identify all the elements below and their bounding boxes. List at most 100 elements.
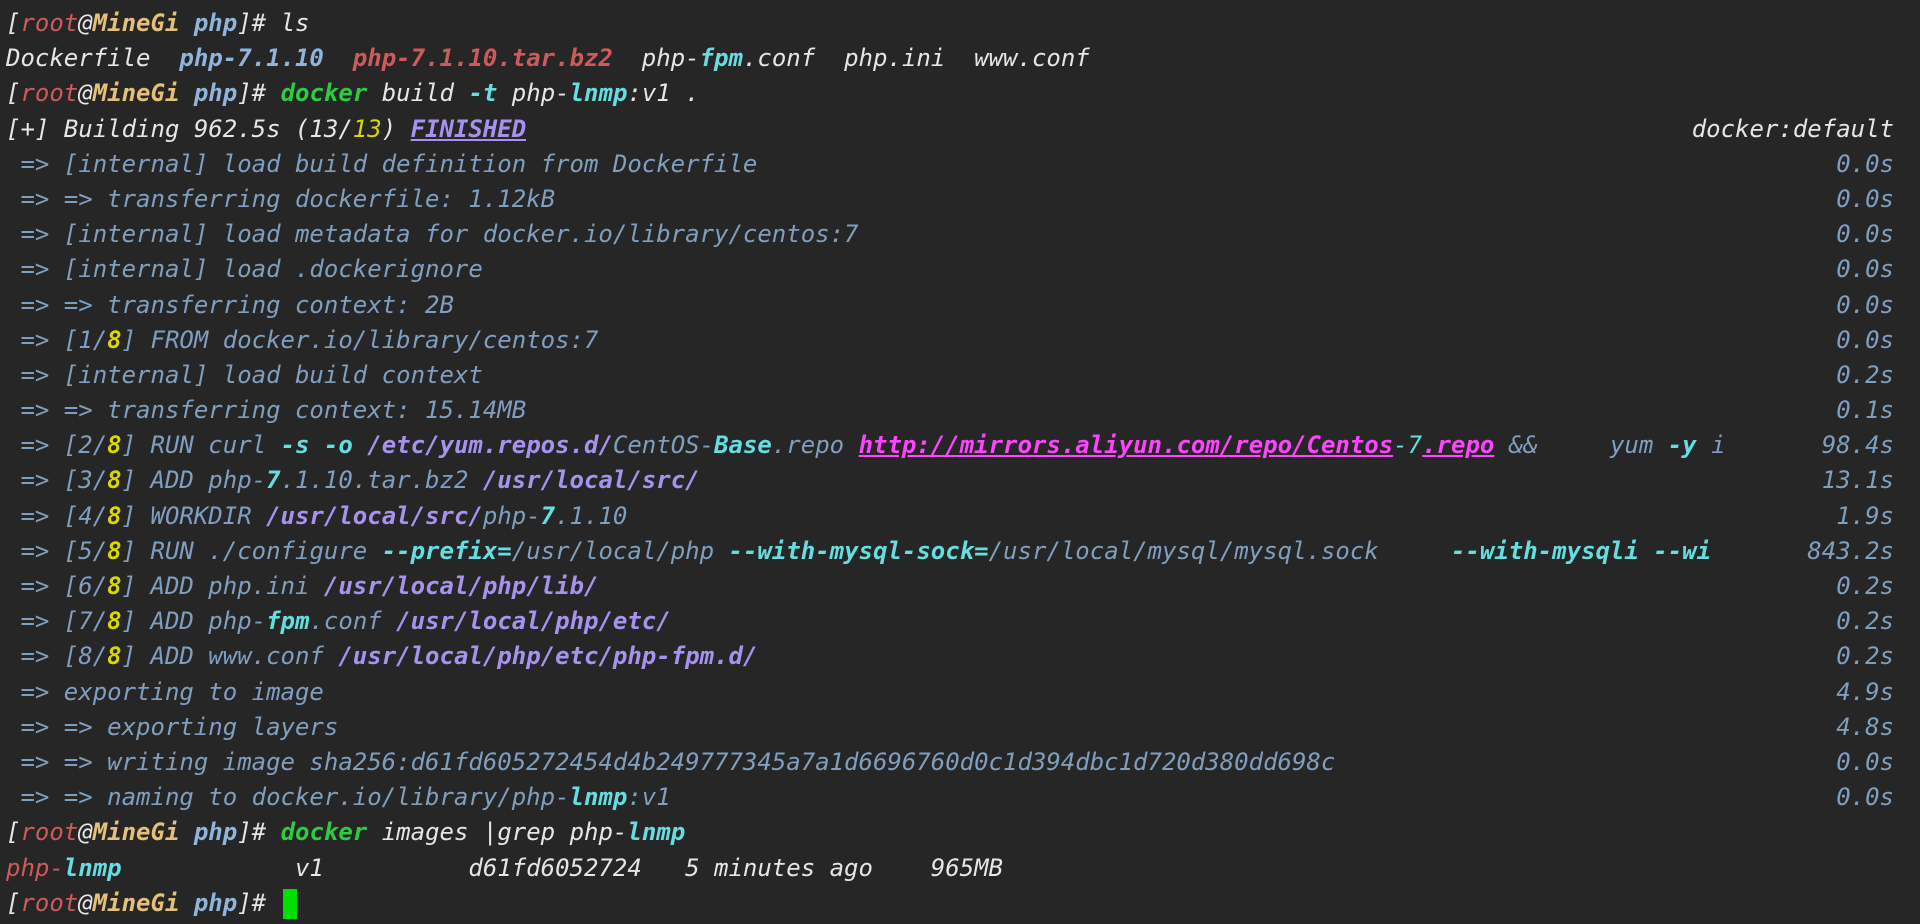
terminal-window[interactable]: [root@MineGi php]# ls Dockerfile php-7.1.… xyxy=(0,0,1920,924)
terminal-text-segment: 0.1s xyxy=(1836,396,1894,425)
terminal-text-segment: /usr/local/src/ xyxy=(266,501,483,530)
terminal-line: [root@MineGi php]# docker build -t php-l… xyxy=(6,76,1920,111)
terminal-line-text: => [6/8] ADD php.ini /usr/local/php/lib/ xyxy=(6,569,598,604)
terminal-line-text: php-lnmp v1 d61fd6052724 5 minutes ago 9… xyxy=(6,851,1003,886)
build-step-duration: 1.9s xyxy=(1836,499,1894,534)
terminal-text-segment: 1.9s xyxy=(1836,501,1894,530)
terminal-line-text: [root@MineGi php]# docker images |grep p… xyxy=(6,815,685,850)
terminal-line-text: => [2/8] RUN curl -s -o /etc/yum.repos.d… xyxy=(6,428,1725,463)
terminal-line-text: [+] Building 962.5s (13/13) FINISHED xyxy=(6,112,526,147)
terminal-text-segment: 0.0s xyxy=(1836,149,1894,178)
build-step-duration: 0.0s xyxy=(1836,217,1894,252)
terminal-text-segment: /usr/local/php/lib/ xyxy=(323,572,599,600)
terminal-line-text: Dockerfile php-7.1.10 php-7.1.10.tar.bz2… xyxy=(6,41,1090,76)
terminal-line: => [1/8] FROM docker.io/library/centos:7… xyxy=(6,323,1920,358)
terminal-text-segment: @ xyxy=(78,9,93,37)
terminal-text-segment: 0.0s xyxy=(1836,747,1894,776)
terminal-text-segment: 4.9s xyxy=(1836,677,1894,706)
terminal-line: [root@MineGi php]# docker images |grep p… xyxy=(6,815,1920,850)
terminal-text-segment: /usr/local/src/ xyxy=(482,466,700,495)
terminal-text-segment: ] ADD php- xyxy=(121,607,267,636)
terminal-text-segment: --prefix= xyxy=(381,536,512,565)
terminal-text-segment: php-7.1.10.tar.bz2 xyxy=(352,44,613,73)
terminal-line-text: => => exporting layers xyxy=(6,710,338,745)
terminal-text-segment: => => transferring dockerfile: 1.12kB xyxy=(6,184,556,213)
terminal-text-segment: Base xyxy=(714,431,772,460)
terminal-line: => => transferring context: 2B 0.0s xyxy=(6,288,1920,323)
terminal-text-segment: 7 xyxy=(540,501,556,530)
terminal-text-segment: -y xyxy=(1667,431,1697,460)
terminal-text-segment: => [6/ xyxy=(6,572,108,600)
terminal-line: [root@MineGi php]# ls xyxy=(6,6,1920,41)
terminal-text-segment: root xyxy=(20,9,79,37)
terminal-text-segment: 843.2s xyxy=(1807,536,1894,565)
terminal-text-segment: docker:default xyxy=(1691,114,1894,143)
build-step-duration: 0.0s xyxy=(1836,252,1894,287)
terminal-text-segment: CentOS- xyxy=(612,431,715,460)
terminal-text-segment: 8 xyxy=(107,466,122,495)
terminal-text-segment: /usr/local/php xyxy=(511,536,729,565)
terminal-text-segment: images |grep php- xyxy=(367,818,628,847)
terminal-text-segment[interactable]: http://mirrors.aliyun.com/repo/Centos xyxy=(859,431,1394,459)
terminal-line: => [internal] load build definition from… xyxy=(6,147,1920,182)
terminal-text-segment: Dockerfile xyxy=(6,44,180,73)
terminal-line: => => writing image sha256:d61fd60527245… xyxy=(6,745,1920,780)
terminal-text-segment[interactable]: .repo xyxy=(1422,431,1494,459)
build-step-duration: 0.2s xyxy=(1836,569,1894,604)
terminal-line-text: => [internal] load build context xyxy=(6,358,482,393)
terminal-text-segment: => => exporting layers xyxy=(6,712,339,741)
terminal-text-segment: fpm xyxy=(266,607,310,636)
terminal-text-segment: 0.0s xyxy=(1836,255,1894,284)
terminal-text-segment: php- xyxy=(482,501,541,530)
terminal-line-text: => [internal] load .dockerignore xyxy=(6,252,483,287)
terminal-line: => => exporting layers 4.8s xyxy=(6,710,1920,745)
terminal-text-segment: => [3/ xyxy=(6,466,108,495)
terminal-line-text: [root@MineGi php]# ls xyxy=(6,6,309,41)
terminal-line: => exporting to image 4.9s xyxy=(6,675,1920,710)
terminal-text-segment: 8 xyxy=(107,431,122,460)
terminal-line: => [3/8] ADD php-7.1.10.tar.bz2 /usr/loc… xyxy=(6,463,1920,498)
terminal-text-segment: fpm xyxy=(699,44,743,73)
terminal-text-segment: ]# xyxy=(237,79,281,108)
terminal-text-segment: MineGi xyxy=(92,9,180,37)
terminal-line: => [internal] load .dockerignore 0.0s xyxy=(6,252,1920,287)
terminal-text-segment: .repo xyxy=(771,431,859,460)
build-step-duration: docker:default xyxy=(1692,112,1894,147)
terminal-line: => => transferring context: 15.14MB 0.1s xyxy=(6,393,1920,428)
terminal-text-segment: 0.2s xyxy=(1836,572,1894,600)
terminal-line: => [5/8] RUN ./configure --prefix=/usr/l… xyxy=(6,534,1920,569)
terminal-text-segment[interactable]: FINISHED xyxy=(411,115,527,143)
terminal-text-segment: -s -o xyxy=(280,431,353,460)
terminal-text-segment: ] FROM docker.io/library/centos:7 xyxy=(121,325,599,354)
terminal-text-segment: /usr/local/mysql/mysql.sock xyxy=(988,536,1451,565)
terminal-text-segment: php xyxy=(193,9,238,37)
terminal-line-text: => [internal] load build definition from… xyxy=(6,147,757,182)
terminal-text-segment: ]# xyxy=(237,818,281,847)
terminal-text-segment: v1 d61fd6052724 5 minutes ago 965MB xyxy=(121,853,1003,882)
terminal-cursor[interactable] xyxy=(282,888,297,919)
terminal-text-segment: => [2/ xyxy=(6,431,108,460)
terminal-line: => [4/8] WORKDIR /usr/local/src/php-7.1.… xyxy=(6,499,1920,534)
build-step-duration: 0.1s xyxy=(1836,393,1894,428)
build-step-duration: 843.2s xyxy=(1807,534,1894,569)
terminal-text-segment: /usr/local/php/etc/ xyxy=(396,607,671,636)
terminal-line: Dockerfile php-7.1.10 php-7.1.10.tar.bz2… xyxy=(6,41,1920,76)
build-step-duration: 13.1s xyxy=(1822,463,1894,498)
terminal-text-segment: @ xyxy=(78,888,93,917)
terminal-text-segment: => [internal] load .dockerignore xyxy=(6,255,483,284)
terminal-text-segment: => => naming to docker.io/library/php- xyxy=(6,783,570,812)
terminal-text-segment: docker xyxy=(280,79,368,108)
terminal-text-segment: .1.10 xyxy=(555,501,628,530)
terminal-text-segment: MineGi xyxy=(92,888,180,917)
terminal-text-segment: php xyxy=(193,79,238,108)
terminal-text-segment: ) xyxy=(381,114,411,143)
terminal-line: => [internal] load build context 0.2s xyxy=(6,358,1920,393)
terminal-text-segment: => [8/ xyxy=(6,642,108,671)
terminal-text-segment: .conf xyxy=(309,607,397,636)
terminal-line: => [2/8] RUN curl -s -o /etc/yum.repos.d… xyxy=(6,428,1920,463)
terminal-text-segment: [ xyxy=(6,888,21,917)
